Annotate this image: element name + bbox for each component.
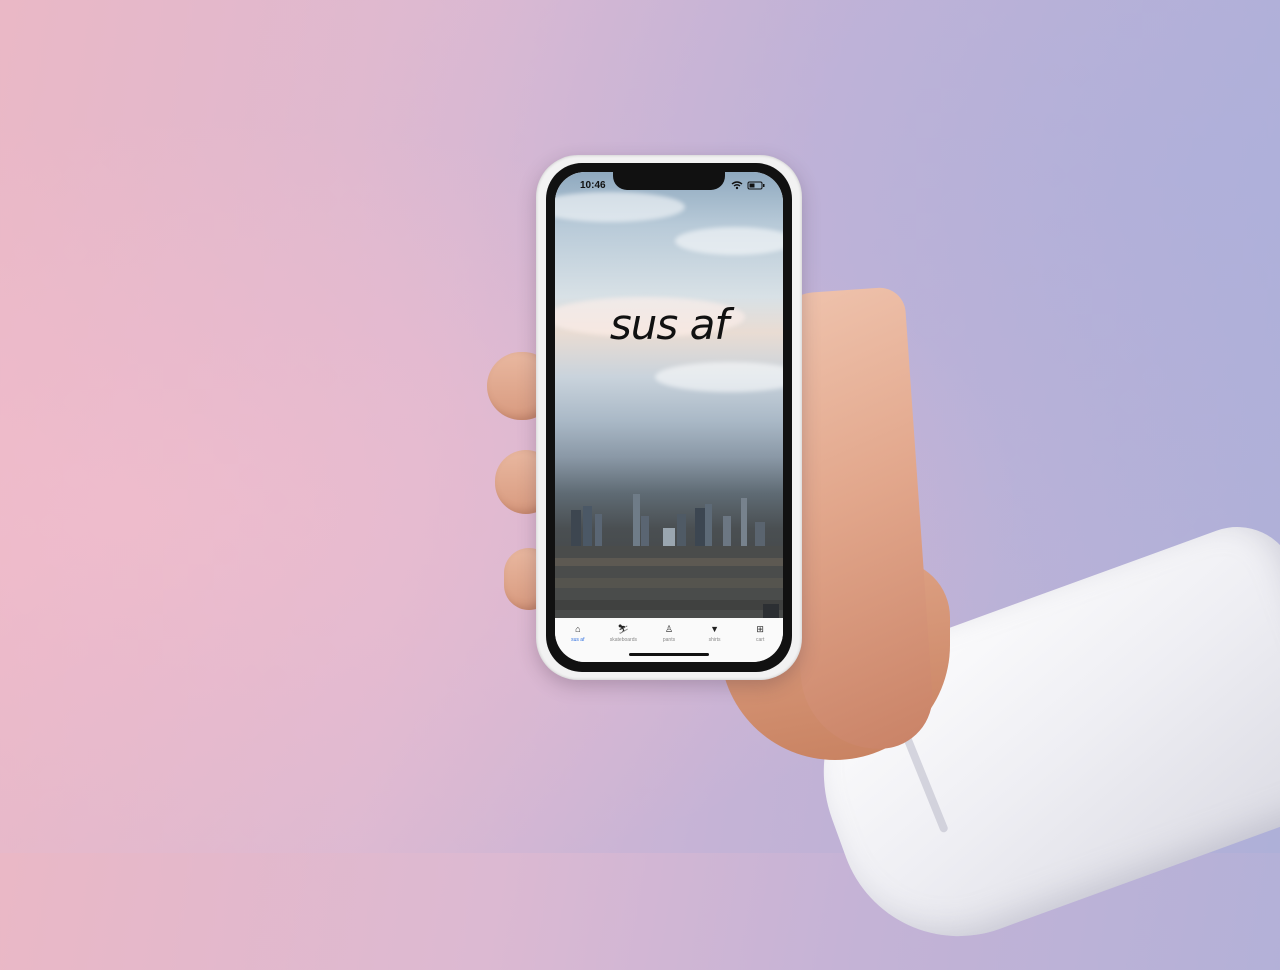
tab-label: sus af — [571, 637, 585, 643]
status-time: 10:46 — [580, 180, 606, 191]
cart-icon: ⊞ — [756, 624, 764, 634]
tab-cart[interactable]: ⊞ cart — [738, 624, 782, 643]
shirt-icon: ▼ — [710, 624, 720, 634]
tab-label: skateboards — [609, 637, 638, 643]
skateboarder-icon: ⛷ — [617, 624, 630, 634]
battery-icon — [747, 181, 765, 190]
tab-sus-af[interactable]: ⌂ sus af — [556, 624, 600, 643]
home-indicator[interactable] — [629, 653, 709, 656]
person-icon: ♙ — [664, 624, 674, 634]
tab-skateboards[interactable]: ⛷ skateboards — [601, 624, 645, 643]
tab-label: cart — [756, 637, 765, 643]
hero-image: sus af — [555, 172, 783, 618]
city-skyline-illustration — [555, 494, 783, 618]
tab-shirts[interactable]: ▼ shirts — [693, 624, 737, 643]
status-icons — [731, 181, 765, 190]
tab-label: pants — [662, 637, 676, 643]
home-icon: ⌂ — [575, 624, 581, 634]
phone-screen: sus af ⌂ sus af ⛷ skateboards ♙ pants ▼ … — [555, 172, 783, 662]
phone-notch — [613, 172, 725, 190]
tab-label: shirts — [708, 637, 721, 643]
tab-pants[interactable]: ♙ pants — [647, 624, 691, 643]
wifi-icon — [731, 181, 743, 190]
hero-title: sus af — [609, 300, 729, 349]
